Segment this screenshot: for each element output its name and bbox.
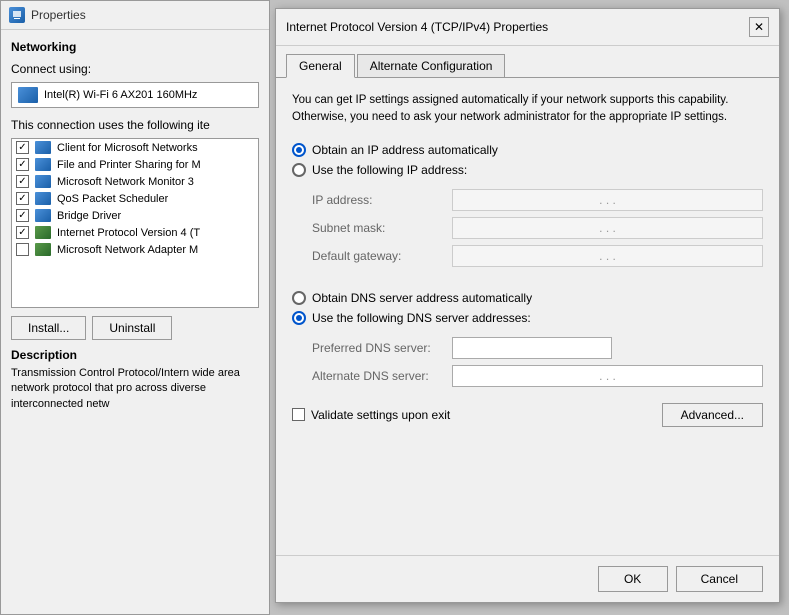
network-icon-5 [35,209,51,222]
radio-obtain-dns[interactable] [292,291,306,305]
protocol-icon-7 [35,243,51,256]
default-gateway-row: Default gateway: [312,245,763,267]
list-item[interactable]: Microsoft Network Adapter M [12,241,258,258]
item-label-2: File and Printer Sharing for M [57,159,201,171]
item-label-3: Microsoft Network Monitor 3 [57,176,194,188]
radio-obtain-ip-row[interactable]: Obtain an IP address automatically [292,143,763,157]
radio-use-ip-row[interactable]: Use the following IP address: [292,163,763,177]
advanced-button[interactable]: Advanced... [662,403,763,427]
bg-buttons: Install... Uninstall [11,316,259,340]
dialog-content: You can get IP settings assigned automat… [276,78,779,441]
dns-section: Obtain DNS server address automatically … [292,291,763,387]
item-checkbox-6[interactable] [16,226,29,239]
properties-icon [9,7,25,23]
list-item[interactable]: Internet Protocol Version 4 (T [12,224,258,241]
tcp-ipv4-dialog: Internet Protocol Version 4 (TCP/IPv4) P… [275,8,780,603]
tab-general[interactable]: General [286,54,355,78]
item-checkbox-3[interactable] [16,175,29,188]
radio-obtain-ip-label: Obtain an IP address automatically [312,143,498,157]
subnet-mask-row: Subnet mask: [312,217,763,239]
validate-label: Validate settings upon exit [311,408,450,422]
item-label-7: Microsoft Network Adapter M [57,244,198,256]
connection-items-label: This connection uses the following ite [11,118,259,132]
item-checkbox-4[interactable] [16,192,29,205]
radio-obtain-dns-label: Obtain DNS server address automatically [312,291,532,305]
install-button[interactable]: Install... [11,316,86,340]
list-item[interactable]: Bridge Driver [12,207,258,224]
item-checkbox-7[interactable] [16,243,29,256]
radio-obtain-ip[interactable] [292,143,306,157]
radio-obtain-dns-row[interactable]: Obtain DNS server address automatically [292,291,763,305]
radio-use-ip-label: Use the following IP address: [312,163,467,177]
preferred-dns-input[interactable] [452,337,612,359]
radio-use-dns-label: Use the following DNS server addresses: [312,311,531,325]
network-icon-1 [35,141,51,154]
close-button[interactable]: ✕ [749,17,769,37]
properties-title: Properties [31,8,86,22]
ok-button[interactable]: OK [598,566,668,592]
info-text: You can get IP settings assigned automat… [292,92,763,127]
list-item[interactable]: File and Printer Sharing for M [12,156,258,173]
ip-address-label: IP address: [312,193,452,207]
dialog-footer: OK Cancel [276,555,779,602]
default-gateway-input[interactable] [452,245,763,267]
ip-fields: IP address: Subnet mask: Default gateway… [312,189,763,267]
item-checkbox-1[interactable] [16,141,29,154]
validate-checkbox[interactable] [292,408,305,421]
cancel-button[interactable]: Cancel [676,566,763,592]
properties-window: Properties Networking Connect using: Int… [0,0,270,615]
description-text: Transmission Control Protocol/Intern wid… [11,366,259,412]
item-label-1: Client for Microsoft Networks [57,142,198,154]
network-icon-2 [35,158,51,171]
description-label: Description [11,348,259,362]
items-list: Client for Microsoft Networks File and P… [11,138,259,308]
item-label-6: Internet Protocol Version 4 (T [57,227,200,239]
subnet-mask-label: Subnet mask: [312,221,452,235]
protocol-icon-6 [35,226,51,239]
item-checkbox-2[interactable] [16,158,29,171]
radio-use-dns[interactable] [292,311,306,325]
properties-titlebar: Properties [1,1,269,30]
dialog-titlebar: Internet Protocol Version 4 (TCP/IPv4) P… [276,9,779,46]
dialog-title: Internet Protocol Version 4 (TCP/IPv4) P… [286,20,548,34]
alternate-dns-input[interactable] [452,365,763,387]
tabs-container: General Alternate Configuration [276,46,779,78]
alternate-dns-row: Alternate DNS server: [312,365,763,387]
list-item[interactable]: QoS Packet Scheduler [12,190,258,207]
networking-label: Networking [11,40,259,54]
validate-row: Validate settings upon exit Advanced... [292,403,763,427]
tab-general-label: General [299,59,342,73]
item-checkbox-5[interactable] [16,209,29,222]
validate-checkbox-item[interactable]: Validate settings upon exit [292,408,450,422]
ip-radio-group: Obtain an IP address automatically Use t… [292,143,763,177]
dns-fields: Preferred DNS server: Alternate DNS serv… [312,337,763,387]
ip-address-row: IP address: [312,189,763,211]
uninstall-button[interactable]: Uninstall [92,316,172,340]
adapter-name: Intel(R) Wi-Fi 6 AX201 160MHz [44,89,197,101]
dns-radio-group: Obtain DNS server address automatically … [292,291,763,325]
radio-use-dns-row[interactable]: Use the following DNS server addresses: [292,311,763,325]
preferred-dns-label: Preferred DNS server: [312,341,452,355]
ip-address-input[interactable] [452,189,763,211]
connect-using-label: Connect using: [11,62,259,76]
default-gateway-label: Default gateway: [312,249,452,263]
item-label-5: Bridge Driver [57,210,121,222]
tab-alternate-label: Alternate Configuration [370,59,493,73]
adapter-icon [18,87,38,103]
network-icon-3 [35,175,51,188]
radio-use-ip[interactable] [292,163,306,177]
alternate-dns-label: Alternate DNS server: [312,369,452,383]
tab-alternate-configuration[interactable]: Alternate Configuration [357,54,506,78]
list-item[interactable]: Microsoft Network Monitor 3 [12,173,258,190]
description-section: Description Transmission Control Protoco… [11,348,259,412]
list-item[interactable]: Client for Microsoft Networks [12,139,258,156]
network-icon-4 [35,192,51,205]
adapter-row: Intel(R) Wi-Fi 6 AX201 160MHz [11,82,259,108]
subnet-mask-input[interactable] [452,217,763,239]
preferred-dns-row: Preferred DNS server: [312,337,763,359]
item-label-4: QoS Packet Scheduler [57,193,168,205]
